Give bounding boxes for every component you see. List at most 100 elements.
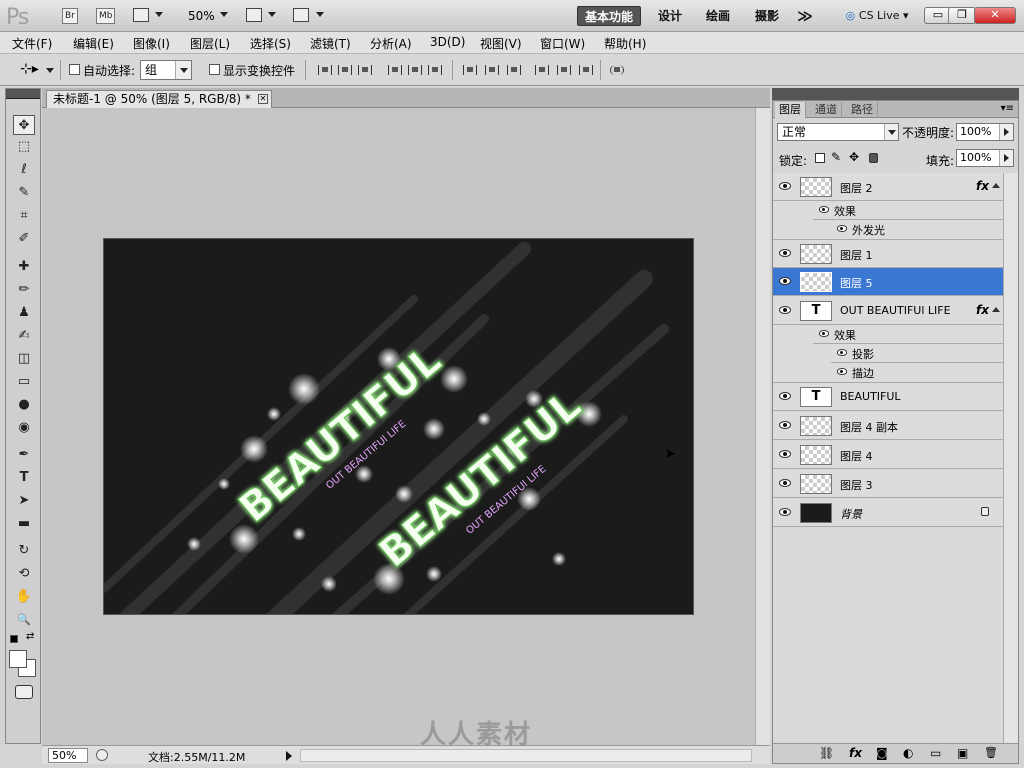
collapse-effects-icon[interactable]	[992, 183, 1000, 188]
tab-layers[interactable]: 图层	[775, 102, 806, 118]
distribute-left-icon[interactable]	[535, 65, 549, 75]
align-left-icon[interactable]	[388, 65, 402, 75]
zoom-tool-icon[interactable]: 🔍	[13, 610, 35, 630]
panel-menu-icon[interactable]: ▾≡	[1001, 103, 1014, 114]
chevron-down-icon[interactable]	[46, 68, 54, 73]
menu-file[interactable]: 文件(F)	[12, 35, 52, 52]
chevron-down-icon[interactable]	[175, 61, 191, 79]
zoom-level[interactable]: 50%	[188, 9, 215, 23]
workspace-essentials[interactable]: 基本功能	[577, 6, 641, 26]
view-extras-icon[interactable]	[133, 8, 149, 22]
opacity-field[interactable]: 100%	[956, 123, 1014, 141]
quick-select-tool-icon[interactable]: ✎	[13, 183, 35, 203]
menu-analysis[interactable]: 分析(A)	[370, 35, 412, 52]
visibility-eye-icon[interactable]	[779, 306, 791, 314]
visibility-eye-icon[interactable]	[779, 508, 791, 516]
visibility-eye-icon[interactable]	[779, 479, 791, 487]
3d-rotate-tool-icon[interactable]: ↻	[13, 541, 35, 561]
chevron-down-icon[interactable]	[220, 12, 228, 17]
lasso-tool-icon[interactable]: ℓ	[13, 160, 35, 180]
align-top-icon[interactable]	[318, 65, 332, 75]
layer-row-background[interactable]: 背景	[773, 499, 1003, 527]
menu-select[interactable]: 选择(S)	[250, 35, 291, 52]
3d-orbit-tool-icon[interactable]: ⟲	[13, 564, 35, 584]
status-menu-arrow-icon[interactable]	[286, 751, 292, 761]
visibility-eye-icon[interactable]	[819, 206, 829, 213]
restore-button[interactable]: ❐	[948, 7, 976, 24]
chevron-down-icon[interactable]	[268, 12, 276, 17]
close-button[interactable]: ✕	[974, 7, 1016, 24]
eyedropper-tool-icon[interactable]: ✐	[13, 229, 35, 249]
path-select-tool-icon[interactable]: ➤	[13, 491, 35, 511]
auto-select-checkbox[interactable]	[69, 64, 80, 75]
menu-help[interactable]: 帮助(H)	[604, 35, 646, 52]
distribute-bottom-icon[interactable]	[507, 65, 521, 75]
layer-row[interactable]: 图层 4	[773, 441, 1003, 469]
lock-position-icon[interactable]: ✥	[849, 150, 859, 164]
panel-grip[interactable]	[6, 89, 40, 99]
cs-live-menu[interactable]: ◎ CS Live ▾	[840, 6, 914, 26]
lock-all-icon[interactable]	[869, 153, 878, 163]
eraser-tool-icon[interactable]: ◫	[13, 349, 35, 369]
fx-icon[interactable]: fx	[976, 303, 989, 317]
workspace-painting[interactable]: 绘画	[700, 6, 736, 26]
layer-row[interactable]: 图层 1	[773, 240, 1003, 268]
default-colors-icon[interactable]	[10, 635, 18, 643]
chevron-down-icon[interactable]	[884, 124, 898, 140]
align-bottom-icon[interactable]	[358, 65, 372, 75]
visibility-eye-icon[interactable]	[837, 368, 847, 375]
image-canvas[interactable]: BEAUTIFUL BEAUTIFUL OUT BEAUTIFUl LIFE B…	[103, 238, 694, 615]
foreground-color-swatch[interactable]	[9, 650, 27, 668]
shape-tool-icon[interactable]: ▬	[13, 514, 35, 534]
show-transform-checkbox[interactable]	[209, 64, 220, 75]
quick-mask-icon[interactable]	[15, 685, 33, 699]
arrange-documents-icon[interactable]	[246, 8, 262, 22]
menu-layer[interactable]: 图层(L)	[190, 35, 230, 52]
distribute-vcenter-icon[interactable]	[485, 65, 499, 75]
blur-tool-icon[interactable]: ●	[13, 395, 35, 415]
visibility-eye-icon[interactable]	[779, 249, 791, 257]
visibility-eye-icon[interactable]	[837, 225, 847, 232]
chevron-down-icon[interactable]	[155, 12, 163, 17]
panel-dock-grip[interactable]	[772, 88, 1019, 100]
visibility-eye-icon[interactable]	[779, 277, 791, 285]
effect-item-row[interactable]: 外发光	[773, 220, 1003, 240]
auto-align-layers-icon[interactable]	[610, 65, 624, 75]
fx-icon[interactable]: fx	[849, 746, 862, 760]
swap-colors-icon[interactable]: ⇄	[26, 631, 34, 642]
vertical-scrollbar[interactable]	[755, 108, 770, 745]
hand-tool-icon[interactable]: ✋	[13, 587, 35, 607]
pen-tool-icon[interactable]: ✒	[13, 445, 35, 465]
group-icon[interactable]: ▭	[930, 746, 941, 760]
layer-row[interactable]: T OUT BEAUTIFUl LIFE fx	[773, 297, 1003, 325]
close-icon[interactable]: ✕	[258, 94, 268, 104]
stamp-tool-icon[interactable]: ♟	[13, 303, 35, 323]
align-right-icon[interactable]	[428, 65, 442, 75]
document-tab[interactable]: 未标题-1 @ 50% (图层 5, RGB/8) * ✕	[46, 90, 272, 108]
menu-image[interactable]: 图像(I)	[133, 35, 170, 52]
healing-tool-icon[interactable]: ✚	[13, 257, 35, 277]
bridge-button[interactable]: Br	[62, 8, 78, 24]
distribute-right-icon[interactable]	[579, 65, 593, 75]
chevron-down-icon[interactable]	[316, 12, 324, 17]
info-icon[interactable]	[96, 749, 108, 761]
mask-icon[interactable]: ◙	[876, 746, 888, 760]
dodge-tool-icon[interactable]: ◉	[13, 418, 35, 438]
link-icon[interactable]: ⛓	[819, 746, 834, 760]
menu-filter[interactable]: 滤镜(T)	[310, 35, 351, 52]
distribute-top-icon[interactable]	[463, 65, 477, 75]
layer-row[interactable]: 图层 2 fx	[773, 173, 1003, 201]
crop-tool-icon[interactable]: ⌗	[13, 206, 35, 226]
move-tool-preset-icon[interactable]: ⊹▸	[20, 61, 39, 77]
screen-mode-icon[interactable]	[293, 8, 309, 22]
layer-row[interactable]: 图层 4 副本	[773, 412, 1003, 440]
history-brush-tool-icon[interactable]: ✍	[13, 326, 35, 346]
visibility-eye-icon[interactable]	[837, 349, 847, 356]
fx-icon[interactable]: fx	[976, 179, 989, 193]
visibility-eye-icon[interactable]	[779, 421, 791, 429]
mini-bridge-button[interactable]: Mb	[96, 8, 116, 24]
layer-row[interactable]: T BEAUTIFUL	[773, 383, 1003, 411]
adjustment-icon[interactable]: ◐	[903, 746, 913, 760]
more-workspaces-icon[interactable]: ≫	[793, 6, 817, 26]
chevron-right-icon[interactable]	[999, 124, 1013, 140]
